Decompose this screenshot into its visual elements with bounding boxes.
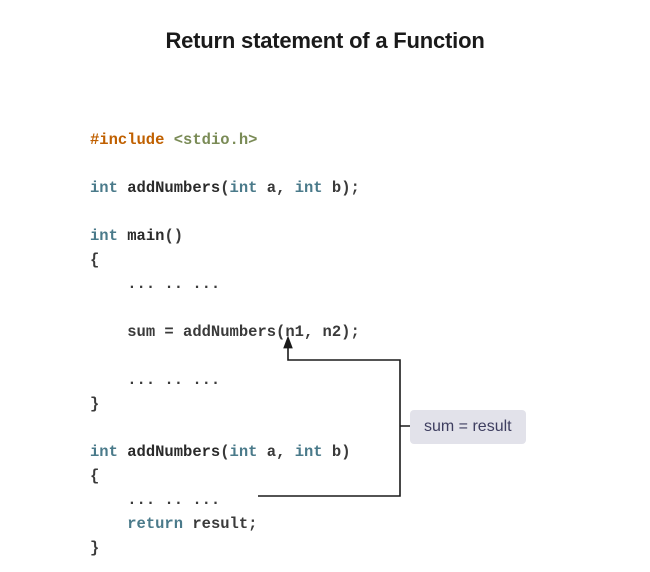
line-def-sig: int addNumbers(int a, int b) (90, 440, 360, 464)
return-kw: return (127, 515, 183, 533)
type-kw: int (295, 179, 323, 197)
blank-line (90, 296, 360, 320)
line-call: sum = addNumbers(n1, n2); (90, 320, 360, 344)
blank-line (90, 200, 360, 224)
blank-line (90, 344, 360, 368)
return-value: result; (192, 515, 257, 533)
include-header: <stdio.h> (174, 131, 258, 149)
line-dots: ... .. ... (90, 272, 360, 296)
fn-name: addNumbers (127, 179, 220, 197)
blank-line (90, 152, 360, 176)
line-dots: ... .. ... (90, 368, 360, 392)
line-main-sig: int main() (90, 224, 360, 248)
annotation-label: sum = result (410, 410, 526, 444)
ellipsis: ... .. ... (127, 275, 220, 293)
brace-close: } (90, 392, 360, 416)
type-kw: int (90, 227, 118, 245)
param-name: a (267, 179, 276, 197)
line-prototype: int addNumbers(int a, int b); (90, 176, 360, 200)
line-dots: ... .. ... (90, 488, 360, 512)
fn-name: main (127, 227, 164, 245)
line-return: return result; (90, 512, 360, 536)
type-kw: int (295, 443, 323, 461)
include-directive: #include (90, 131, 164, 149)
diagram-title: Return statement of a Function (0, 28, 650, 54)
fn-name: addNumbers (127, 443, 220, 461)
type-kw: int (90, 179, 118, 197)
param-name: b (332, 179, 341, 197)
brace-close: } (90, 536, 360, 560)
type-kw: int (230, 443, 258, 461)
code-block: #include <stdio.h> int addNumbers(int a,… (90, 128, 360, 560)
ellipsis: ... .. ... (127, 491, 220, 509)
brace-open: { (90, 464, 360, 488)
type-kw: int (90, 443, 118, 461)
blank-line (90, 416, 360, 440)
ellipsis: ... .. ... (127, 371, 220, 389)
brace-open: { (90, 248, 360, 272)
call-expression: sum = addNumbers(n1, n2); (127, 323, 360, 341)
param-name: a (267, 443, 276, 461)
type-kw: int (230, 179, 258, 197)
param-name: b (332, 443, 341, 461)
line-include: #include <stdio.h> (90, 128, 360, 152)
